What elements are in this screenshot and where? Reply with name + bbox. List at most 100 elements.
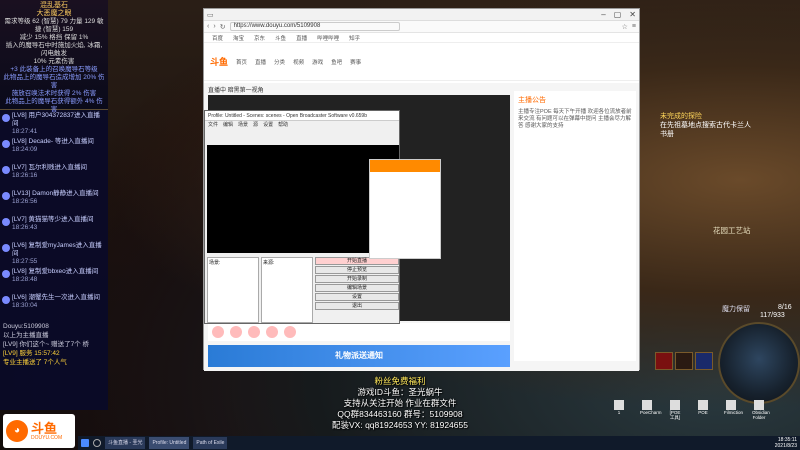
user-icon: [2, 244, 10, 252]
chat-time: 18:30:04: [12, 302, 38, 309]
desktop-icon[interactable]: PoeCharm: [640, 400, 662, 421]
item-title: 混乱基石: [40, 2, 68, 9]
maximize-icon[interactable]: ▢: [614, 10, 622, 19]
minimize-icon[interactable]: –: [601, 10, 605, 19]
desktop-icon[interactable]: [POE工具]: [668, 400, 682, 421]
quest-line: 书册: [660, 131, 674, 138]
mana-reserved: 8/16: [778, 304, 792, 311]
edit-scene-button[interactable]: 编辑场景: [315, 284, 399, 292]
bookmark-item[interactable]: 京东: [254, 34, 265, 42]
stop-preview-button[interactable]: 停止预览: [315, 266, 399, 274]
search-icon[interactable]: [93, 439, 101, 447]
chat-line: 以上为主播直播: [3, 332, 49, 339]
user-icon: [2, 166, 10, 174]
skill-slot[interactable]: [675, 352, 693, 370]
obs-titlebar: Profile: Untitled - Scenes: scenes - Ope…: [205, 111, 399, 121]
bookmark-item[interactable]: 哔哩哔哩: [317, 34, 339, 42]
chat-text: [LV8] Decade- 等进入直播间: [12, 138, 94, 145]
bookmark-item[interactable]: 淘宝: [233, 34, 244, 42]
gift-icon[interactable]: [230, 326, 242, 338]
logo-subtext: DOUYU.COM: [31, 434, 63, 441]
back-icon[interactable]: ‹: [207, 23, 209, 30]
dialog-header: [370, 160, 440, 172]
start-record-button[interactable]: 开始录制: [315, 275, 399, 283]
menu-item[interactable]: 源: [253, 121, 258, 129]
window-controls: – ▢ ✕: [601, 10, 636, 19]
nav-item[interactable]: 首页: [236, 58, 247, 66]
nav-item[interactable]: 鱼吧: [331, 58, 342, 66]
fish-icon: ◕: [6, 420, 28, 442]
user-icon: [2, 114, 10, 122]
logo-text: 斗鱼: [31, 420, 58, 436]
chat-message: [LV8] 复制爱bbxeo进入直播间 18:28:48: [2, 267, 106, 293]
scenes-label: 场景:: [209, 260, 221, 266]
nav-item[interactable]: 游戏: [312, 58, 323, 66]
desktop-icon[interactable]: Obsidian Folder: [752, 400, 770, 421]
sources-list[interactable]: 来源:: [261, 257, 313, 323]
close-icon[interactable]: ✕: [629, 10, 636, 19]
mana-label: 魔力保留: [722, 306, 750, 313]
skill-slot[interactable]: [695, 352, 713, 370]
gift-icon[interactable]: [266, 326, 278, 338]
nav-item[interactable]: 分类: [274, 58, 285, 66]
bookmark-item[interactable]: 百度: [212, 34, 223, 42]
user-icon: [2, 192, 10, 200]
site-logo[interactable]: 斗鱼: [210, 55, 228, 68]
item-line: +3 此装备上的召唤魔导石等级: [10, 66, 98, 73]
quest-title: 未完成的探险: [660, 113, 702, 120]
scenes-list[interactable]: 场景:: [207, 257, 259, 323]
overlay-line: QQ群834463160 群号：5109908: [337, 409, 463, 419]
gift-icon[interactable]: [248, 326, 260, 338]
chat-text: [LV8] 用户304372837进入直播间: [12, 112, 101, 127]
item-line: 施放召唤法术时获得 2% 伤害: [11, 90, 97, 97]
chat-line: Douyu:5109908: [3, 323, 49, 330]
site-header: 斗鱼 首页 直播 分类 视频 游戏 鱼吧 赛事: [204, 43, 639, 81]
menu-item[interactable]: 编辑: [223, 121, 233, 129]
nav-item[interactable]: 赛事: [350, 58, 361, 66]
chat-message: [LV13] Damon静静进入直播间 18:26:56: [2, 189, 106, 215]
nav-item[interactable]: 视频: [293, 58, 304, 66]
settings-button[interactable]: 设置: [315, 293, 399, 301]
desktop-icon[interactable]: Filmiction: [724, 400, 743, 421]
bookmark-item[interactable]: 斗鱼: [275, 34, 286, 42]
exit-button[interactable]: 退出: [315, 302, 399, 310]
sources-label: 来源:: [263, 260, 275, 266]
chat-time: 18:27:41: [12, 128, 38, 135]
url-field[interactable]: https://www.douyu.com/5109908: [229, 22, 400, 31]
menu-item[interactable]: 设置: [263, 121, 273, 129]
address-bar: ‹ › ↻ https://www.douyu.com/5109908 ☆ ≡: [204, 21, 639, 33]
chat-line: [LV9] 服务 15:57:42: [3, 350, 60, 357]
menu-item[interactable]: 场景: [238, 121, 248, 129]
start-icon[interactable]: [81, 439, 89, 447]
obs-panels: 场景: 来源: 开始直播 停止预览 开始录制 编辑场景 设置 退出: [207, 257, 399, 323]
bookmark-item[interactable]: 知乎: [349, 34, 360, 42]
nav-item[interactable]: 直播: [255, 58, 266, 66]
star-icon[interactable]: ☆: [622, 23, 628, 31]
mana-orb: [718, 322, 800, 404]
skill-slot[interactable]: [655, 352, 673, 370]
browser-titlebar: ▭ – ▢ ✕: [204, 9, 639, 21]
desktop-icon[interactable]: POE: [696, 400, 710, 421]
clock[interactable]: 18:35:11 2021/8/23: [775, 437, 797, 449]
desktop-icons: 1 PoeCharm [POE工具] POE Filmiction Obsidi…: [612, 400, 770, 421]
taskbar-item[interactable]: Profile: Untitled: [149, 437, 190, 449]
menu-icon[interactable]: ≡: [632, 23, 636, 30]
taskbar-item[interactable]: Path of Exile: [193, 437, 228, 449]
forward-icon[interactable]: ›: [213, 23, 215, 30]
gift-icon[interactable]: [212, 326, 224, 338]
refresh-icon[interactable]: ↻: [220, 23, 226, 31]
menu-item[interactable]: 文件: [208, 121, 218, 129]
clock-date: 2021/8/23: [774, 443, 797, 449]
bookmark-item[interactable]: 直播: [296, 34, 307, 42]
item-line: 10% 元素伤害: [33, 58, 75, 65]
gift-icon[interactable]: [284, 326, 296, 338]
desktop-icon[interactable]: 1: [612, 400, 626, 421]
overlay-line: 游戏ID斗鱼：圣光蜗牛: [357, 387, 443, 397]
promo-banner[interactable]: 礼物派送通知: [208, 345, 510, 367]
chat-message: [LV8] Decade- 等进入直播间 18:24:09: [2, 137, 106, 163]
chat-message: [LV7] 瓦尔利贱进入直播间 18:26:16: [2, 163, 106, 189]
menu-item[interactable]: 帮助: [278, 121, 288, 129]
user-icon: [2, 218, 10, 226]
taskbar-item[interactable]: 斗鱼直播 - 圣光: [105, 437, 146, 449]
chat-text: [LV6] 潮蟹先生一次进入直播间: [12, 294, 101, 301]
